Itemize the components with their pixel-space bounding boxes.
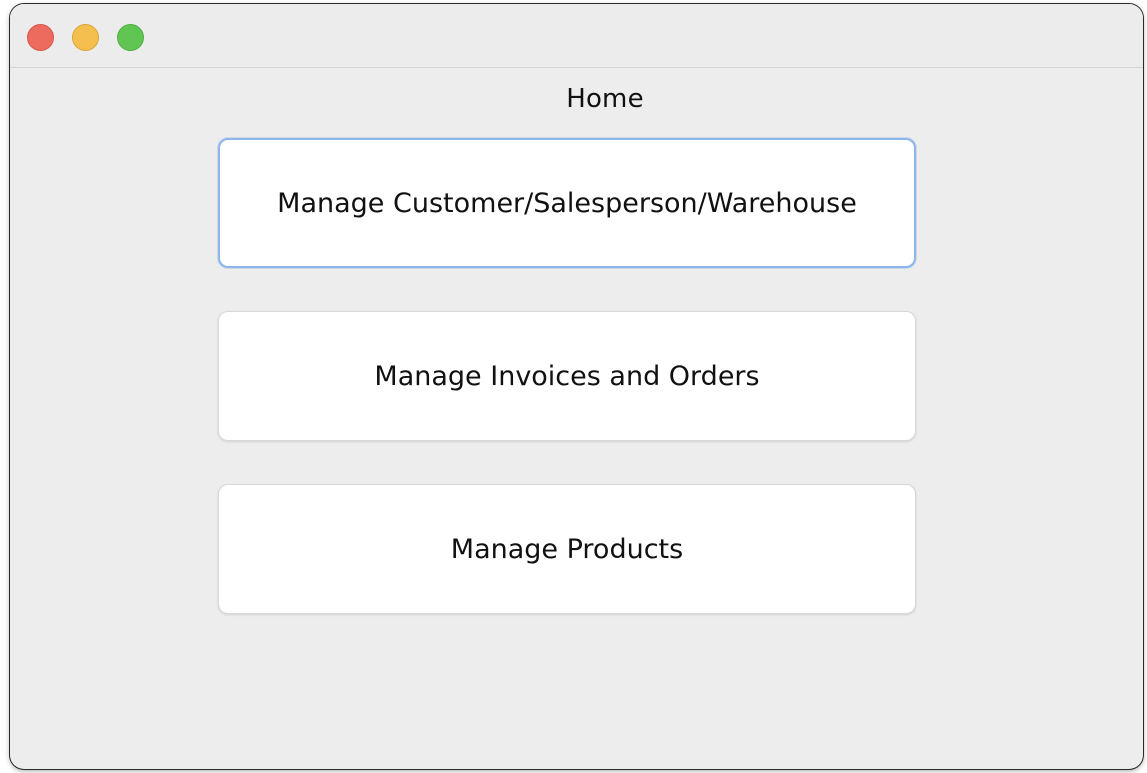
- close-window-button[interactable]: [27, 24, 54, 51]
- app-window: Home Manage Customer/Salesperson/Warehou…: [10, 4, 1143, 769]
- manage-products-button[interactable]: Manage Products: [218, 484, 916, 614]
- page-title: Home: [566, 84, 644, 114]
- manage-customer-salesperson-warehouse-button[interactable]: Manage Customer/Salesperson/Warehouse: [218, 138, 916, 268]
- minimize-window-button[interactable]: [72, 24, 99, 51]
- title-bar: [10, 4, 1143, 68]
- manage-invoices-orders-button[interactable]: Manage Invoices and Orders: [218, 311, 916, 441]
- zoom-window-button[interactable]: [117, 24, 144, 51]
